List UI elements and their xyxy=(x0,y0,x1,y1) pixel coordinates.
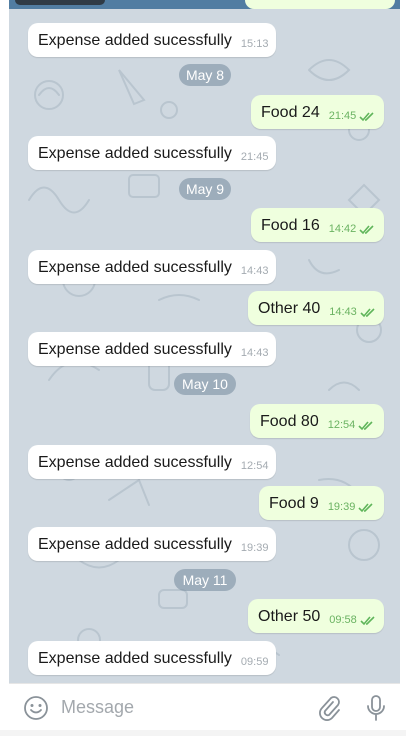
previous-message-stub xyxy=(9,0,400,9)
incoming-message[interactable]: Expense added sucessfully 19:39 xyxy=(28,527,276,561)
date-separator: May 10 xyxy=(174,373,236,395)
outgoing-message[interactable]: Food 9 19:39 xyxy=(259,486,384,520)
message-text: Expense added sucessfully xyxy=(38,536,232,553)
message-text: Other 40 xyxy=(258,300,321,317)
message-text: Food 24 xyxy=(261,104,320,121)
message-time: 21:45 xyxy=(240,151,269,163)
microphone-icon[interactable] xyxy=(365,694,387,727)
message-text: Expense added sucessfully xyxy=(38,259,232,276)
chat-area[interactable]: Expense added sucessfully 15:13 May 8 Fo… xyxy=(9,0,400,683)
date-separator: May 8 xyxy=(179,64,231,86)
incoming-message[interactable]: Expense added sucessfully 21:45 xyxy=(28,136,276,170)
message-text: Expense added sucessfully xyxy=(38,341,232,358)
message-time: 14:43 xyxy=(240,347,269,359)
read-ticks-icon xyxy=(358,421,373,431)
read-ticks-icon xyxy=(358,503,373,513)
message-text: Expense added sucessfully xyxy=(38,145,232,162)
message-time: 15:13 xyxy=(240,38,269,50)
message-time: 14:42 xyxy=(328,223,357,235)
message-text: Food 16 xyxy=(261,217,320,234)
incoming-message[interactable]: Expense added sucessfully 15:13 xyxy=(28,23,276,57)
incoming-message[interactable]: Expense added sucessfully 14:43 xyxy=(28,332,276,366)
message-text: Expense added sucessfully xyxy=(38,650,232,667)
outgoing-message[interactable]: Other 50 09:58 xyxy=(248,599,384,633)
read-ticks-icon xyxy=(359,225,374,235)
message-time: 19:39 xyxy=(327,501,356,513)
smile-icon[interactable] xyxy=(23,695,49,726)
screen-edge-right xyxy=(400,0,406,736)
paperclip-icon[interactable] xyxy=(317,695,341,726)
screen-edge-left xyxy=(0,0,9,736)
date-separator: May 9 xyxy=(179,178,231,200)
incoming-message[interactable]: Expense added sucessfully 09:59 xyxy=(28,641,276,675)
date-separator: May 11 xyxy=(174,569,236,591)
incoming-message[interactable]: Expense added sucessfully 14:43 xyxy=(28,250,276,284)
message-text: Expense added sucessfully xyxy=(38,454,232,471)
message-input[interactable]: Message xyxy=(61,697,134,718)
outgoing-message[interactable]: Food 24 21:45 xyxy=(251,95,384,129)
incoming-message[interactable]: Expense added sucessfully 12:54 xyxy=(28,445,276,479)
message-composer: Message xyxy=(9,683,400,731)
message-time: 12:54 xyxy=(327,419,356,431)
message-text: Expense added sucessfully xyxy=(38,32,232,49)
message-time: 19:39 xyxy=(240,542,269,554)
read-ticks-icon xyxy=(360,616,375,626)
message-time: 21:45 xyxy=(328,110,357,122)
message-time: 12:54 xyxy=(240,460,269,472)
bottom-edge xyxy=(0,730,406,736)
message-text: Food 80 xyxy=(260,413,319,430)
outgoing-message[interactable]: Food 16 14:42 xyxy=(251,208,384,242)
message-time: 14:43 xyxy=(240,265,269,277)
outgoing-message[interactable]: Food 80 12:54 xyxy=(250,404,384,438)
message-time: 14:43 xyxy=(329,306,357,318)
message-text: Food 9 xyxy=(269,495,319,512)
message-time: 09:58 xyxy=(329,614,357,626)
read-ticks-icon xyxy=(360,308,375,318)
message-time: 09:59 xyxy=(240,656,269,668)
outgoing-message[interactable]: Other 40 14:43 xyxy=(248,291,384,325)
read-ticks-icon xyxy=(359,112,374,122)
message-text: Other 50 xyxy=(258,608,321,625)
